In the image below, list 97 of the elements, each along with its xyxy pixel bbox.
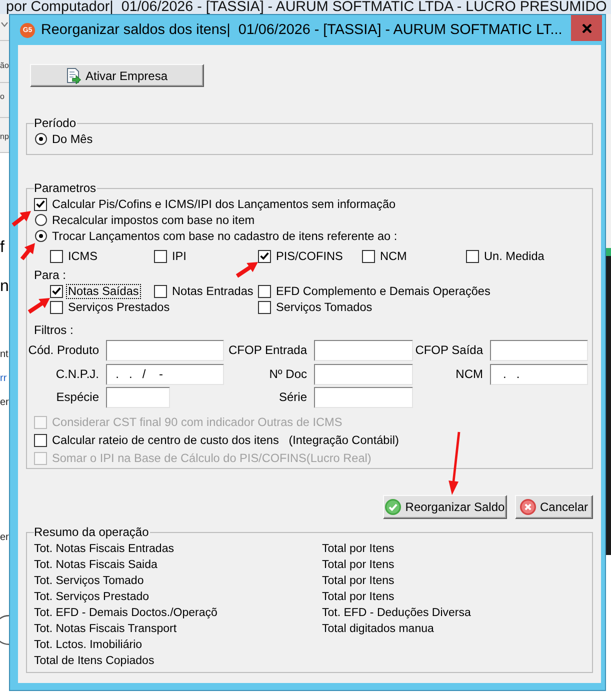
annotation-arrow	[12, 211, 31, 227]
input-field[interactable]	[106, 340, 224, 361]
checkmark-icon	[260, 252, 269, 260]
checkbox[interactable]	[154, 284, 167, 298]
checkbox-label[interactable]: Calcular Pis/Cofins e ICMS/IPI dos Lançamentos sem informação	[50, 196, 398, 212]
radio-button[interactable]	[34, 214, 46, 226]
text-fragment: nt	[0, 349, 8, 361]
checkbox[interactable]	[258, 300, 271, 314]
checkbox[interactable]	[258, 284, 271, 298]
checkbox-label[interactable]: IPI	[170, 248, 188, 264]
checkbox[interactable]	[466, 250, 479, 262]
summary-label: Total por Itens	[322, 574, 394, 589]
checkbox-label[interactable]: Un. Medida	[482, 248, 546, 264]
summary-label: Total por Itens	[322, 558, 394, 573]
group-title: Resumo da operação	[34, 525, 150, 539]
summary-label: Tot. Notas Fiscais Transport	[34, 622, 177, 637]
group-title: Período	[34, 116, 78, 130]
summary-label: Tot. EFD - Demais Doctos./Operaçõ	[34, 606, 218, 621]
summary-label: Tot. EFD - Deduções Diversa	[322, 606, 471, 621]
document-arrow-icon	[66, 68, 82, 84]
field-label: Série	[278, 389, 307, 406]
checkbox-label[interactable]: ICMS	[66, 248, 100, 264]
checkbox-label[interactable]: Notas Entradas	[170, 284, 256, 298]
field-label: Espécie	[56, 389, 99, 406]
text-fragment: er	[0, 532, 9, 544]
checkbox-label[interactable]: EFD Complemento e Demais Operações	[274, 284, 492, 298]
radio-dot-icon	[38, 137, 42, 141]
checkbox[interactable]	[34, 434, 47, 446]
text-fragment: ão	[0, 61, 9, 71]
reorganize-button[interactable]: Reorganizar Saldo	[383, 495, 507, 519]
checkbox-label[interactable]: Serviços Prestados	[66, 300, 172, 314]
x-circle-icon	[520, 499, 536, 515]
radio-label[interactable]: Recalcular impostos com base no item	[50, 212, 257, 228]
dialog-title: Reorganizar saldos dos itens| 01/06/2026 - [TASSIA] - AURUM SOFTMATIC LT...	[41, 21, 562, 39]
checkbox-label[interactable]: Serviços Tomados	[274, 300, 374, 314]
text-fragment: er	[0, 397, 9, 409]
input-field[interactable]	[490, 340, 588, 361]
activate-company-button[interactable]: Ativar Empresa	[30, 64, 204, 87]
annotation-arrow	[20, 243, 35, 260]
radio-button[interactable]	[34, 133, 46, 145]
field-label: NCM	[456, 366, 483, 382]
annotation-arrow	[28, 298, 50, 314]
radio-dot-icon	[38, 234, 42, 238]
summary-label: Total digitados manua	[322, 622, 434, 637]
field-label: CFOP Saída	[415, 342, 483, 359]
input-field[interactable]	[314, 364, 413, 384]
radio-label[interactable]: Do Mês	[50, 132, 95, 146]
checkbox-label[interactable]: Notas Saídas	[66, 284, 141, 298]
radio-label[interactable]: Trocar Lançamentos com base no cadastro de itens referente ao :	[50, 228, 400, 244]
radio-button[interactable]	[34, 230, 46, 242]
close-icon	[582, 24, 592, 32]
summary-label: Tot. Notas Fiscais Entradas	[34, 542, 174, 557]
annotation-arrow	[448, 432, 460, 495]
text-fragment: np	[0, 132, 9, 142]
checkbox-label[interactable]: PIS/COFINS	[274, 248, 345, 264]
checkbox[interactable]	[154, 250, 167, 262]
close-button[interactable]	[571, 15, 602, 41]
field-label: Cód. Produto	[28, 342, 99, 359]
input-field[interactable]: . . / -	[106, 364, 224, 384]
window-title: por Computador| 01/06/2026 - [TASSIA] - AURUM SOFTMATIC LTDA - LUCRO PRESUMIDO	[6, 0, 607, 14]
checkbox-label[interactable]: Calcular rateio de centro de custo dos itens (Integração Contábil)	[50, 432, 401, 448]
summary-label: Tot. Serviços Prestado	[34, 590, 150, 605]
input-field[interactable]: . .	[490, 364, 588, 384]
checkbox[interactable]	[258, 250, 271, 262]
text-fragment: o	[0, 92, 4, 102]
input-field[interactable]	[106, 387, 170, 408]
checkmark-icon	[36, 200, 45, 208]
field-label: Nº Doc	[269, 366, 307, 382]
summary-label: Total por Itens	[322, 590, 394, 605]
checkbox[interactable]	[50, 300, 63, 314]
circle-outline-icon	[0, 615, 9, 645]
summary-label: Tot. Serviços Tomado	[34, 574, 144, 589]
cancel-button[interactable]: Cancelar	[515, 495, 593, 519]
checkbox[interactable]	[34, 198, 47, 210]
checkbox[interactable]	[362, 250, 375, 262]
text-fragment: f	[0, 239, 4, 257]
section-label: Para :	[34, 267, 66, 283]
chevron-down-icon[interactable]	[1, 22, 8, 27]
field-label: C.N.P.J.	[56, 366, 99, 382]
accent-stripe	[606, 248, 611, 256]
input-field[interactable]	[314, 340, 413, 361]
checkbox[interactable]	[50, 284, 63, 298]
summary-label: Total por Itens	[322, 542, 394, 557]
checkmark-icon	[52, 287, 61, 295]
group-title: Parametros	[34, 181, 98, 195]
section-label: Filtros :	[34, 322, 74, 338]
checkbox-label[interactable]: NCM	[378, 248, 409, 264]
field-label: CFOP Entrada	[228, 342, 307, 359]
summary-label: Total de Itens Copiados	[34, 654, 154, 669]
summary-label: Tot. Notas Fiscais Saida	[34, 558, 158, 573]
annotation-arrow	[236, 262, 258, 278]
summary-label: Tot. Lctos. Imobiliário	[34, 638, 142, 653]
input-field[interactable]	[314, 387, 413, 408]
checkbox[interactable]	[50, 250, 63, 262]
check-circle-icon	[385, 499, 402, 515]
text-fragment: rr	[0, 373, 7, 385]
text-fragment: n	[0, 278, 9, 296]
